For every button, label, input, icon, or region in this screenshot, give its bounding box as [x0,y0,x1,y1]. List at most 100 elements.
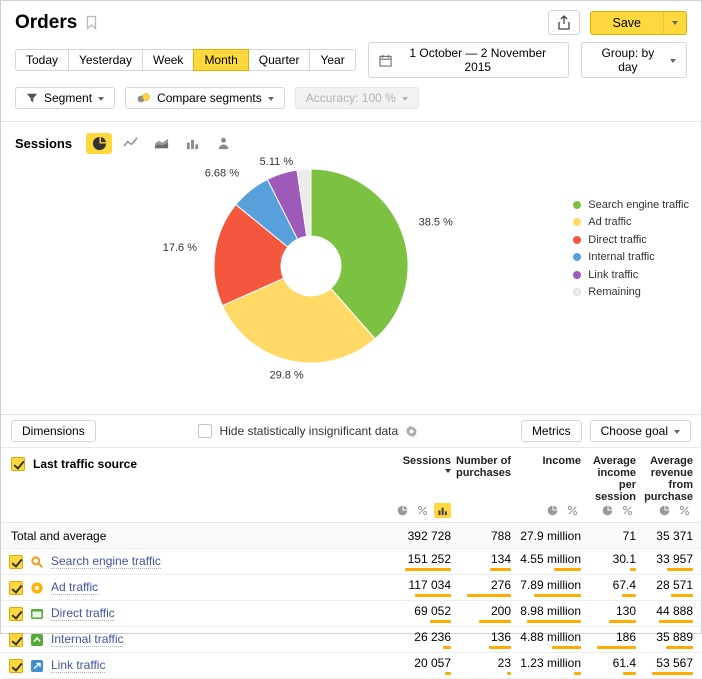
choose-goal-label: Choose goal [601,424,668,438]
export-button[interactable] [548,10,580,35]
gear-icon[interactable] [405,425,418,438]
column-label[interactable]: Average revenue from purchase [644,455,693,503]
row-checkbox[interactable] [9,659,23,673]
chart-type-columns-chart-icon[interactable] [179,133,205,154]
column-label[interactable]: Number of purchases [456,455,511,479]
value-bar [574,672,581,675]
metric-cell: 4.55 million [519,549,589,574]
period-tab-year[interactable]: Year [309,49,355,71]
legend-item[interactable]: Ad traffic [573,214,689,232]
sort-desc-icon [445,469,451,476]
view-percent-icon[interactable] [564,503,581,518]
save-dropdown-button[interactable] [663,11,687,35]
save-button[interactable]: Save [590,11,664,35]
row-checkbox[interactable] [9,633,23,647]
view-pie-icon[interactable] [656,503,673,518]
row-label[interactable]: Direct traffic [51,607,115,621]
chevron-down-icon [674,430,680,437]
row-label[interactable]: Internal traffic [51,633,123,647]
table-row[interactable]: Ad traffic117 0342767.89 million67.428 5… [1,575,701,601]
value-bar [430,620,451,623]
value-bar [609,620,636,623]
metric-cell: 4.88 million [519,627,589,652]
legend-label: Search engine traffic [588,199,689,211]
view-bars-icon[interactable] [434,503,451,518]
legend-item[interactable]: Direct traffic [573,231,689,249]
dimensions-button[interactable]: Dimensions [11,420,96,442]
date-range-button[interactable]: 1 October — 2 November 2015 [368,42,569,78]
value-bar [507,672,511,675]
chart-header: Sessions [1,122,701,154]
chart-type-pie-chart-icon[interactable] [86,133,112,154]
metrics-button[interactable]: Metrics [521,420,582,442]
value-bar [489,646,511,649]
page-title: Orders [15,12,77,34]
table-row[interactable]: Internal traffic26 2361364.88 million186… [1,627,701,653]
view-percent-icon[interactable] [414,503,431,518]
view-percent-icon[interactable] [676,503,693,518]
chart-type-person-icon[interactable] [210,133,236,154]
chart-type-line-chart-icon[interactable] [117,133,143,154]
column-header-1[interactable]: Sessions [397,448,459,522]
select-all-checkbox[interactable] [11,457,25,471]
choose-goal-button[interactable]: Choose goal [590,420,691,442]
chevron-down-icon [402,97,408,104]
group-by-button[interactable]: Group: by day [581,42,687,78]
column-header-3[interactable]: Income [519,448,589,522]
view-pie-icon[interactable] [394,503,411,518]
row-label[interactable]: Link traffic [51,659,105,673]
chart-type-area-chart-icon[interactable] [148,133,174,154]
legend-item[interactable]: Search engine traffic [573,196,689,214]
table-row[interactable]: Link traffic20 057231.23 million61.453 5… [1,653,701,679]
row-checkbox[interactable] [9,555,23,569]
dimension-header: Last traffic source [33,457,137,471]
value-bar [527,620,581,623]
period-tab-quarter[interactable]: Quarter [248,49,311,71]
table-row[interactable]: Direct traffic69 0522008.98 million13044… [1,601,701,627]
table-row[interactable]: Search engine traffic151 2521344.55 mill… [1,549,701,575]
accuracy-label: Accuracy: 100 % [306,91,396,105]
view-pie-icon[interactable] [544,503,561,518]
row-checkbox[interactable] [9,607,23,621]
value-bar [479,620,511,623]
total-value: 788 [459,523,519,548]
chart-legend: Search engine traffic Ad trafficDirect tr… [573,196,689,301]
value-bar [671,594,693,597]
period-tab-month[interactable]: Month [193,49,248,71]
column-header-4[interactable]: Average income per session [589,448,644,522]
period-tab-today[interactable]: Today [15,49,69,71]
metric-cell: 136 [459,627,519,652]
metric-cell: 30.1 [589,549,644,574]
legend-label: Remaining [588,286,641,298]
row-label[interactable]: Search engine traffic [51,555,161,569]
direct-icon [30,607,44,621]
period-tab-yesterday[interactable]: Yesterday [68,49,143,71]
legend-item[interactable]: Remaining [573,284,689,302]
column-label[interactable]: Average income per session [589,455,636,503]
row-label[interactable]: Ad traffic [51,581,98,595]
value-bar [467,594,511,597]
bookmark-icon[interactable] [85,15,98,30]
period-tab-week[interactable]: Week [142,49,194,71]
column-header-5[interactable]: Average revenue from purchase [644,448,701,522]
metric-cell: 35 889 [644,627,701,652]
view-percent-icon[interactable] [619,503,636,518]
compare-segments-button[interactable]: Compare segments [125,87,285,109]
column-label[interactable]: Income [542,455,581,467]
value-bar [666,646,693,649]
accuracy-button[interactable]: Accuracy: 100 % [295,87,419,109]
hide-insignificant-checkbox[interactable] [198,424,212,438]
group-by-label: Group: by day [592,46,664,74]
legend-item[interactable]: Internal traffic [573,249,689,267]
row-checkbox[interactable] [9,581,23,595]
total-value: 27.9 million [519,523,589,548]
column-header-2[interactable]: Number of purchases [459,448,519,522]
segment-button[interactable]: Segment [15,87,115,109]
legend-label: Link traffic [588,269,638,281]
legend-item[interactable]: Link traffic [573,266,689,284]
view-pie-icon[interactable] [599,503,616,518]
funnel-icon [26,92,38,104]
column-label[interactable]: Sessions [397,455,451,479]
chevron-down-icon [98,97,104,104]
legend-dot [573,218,581,226]
